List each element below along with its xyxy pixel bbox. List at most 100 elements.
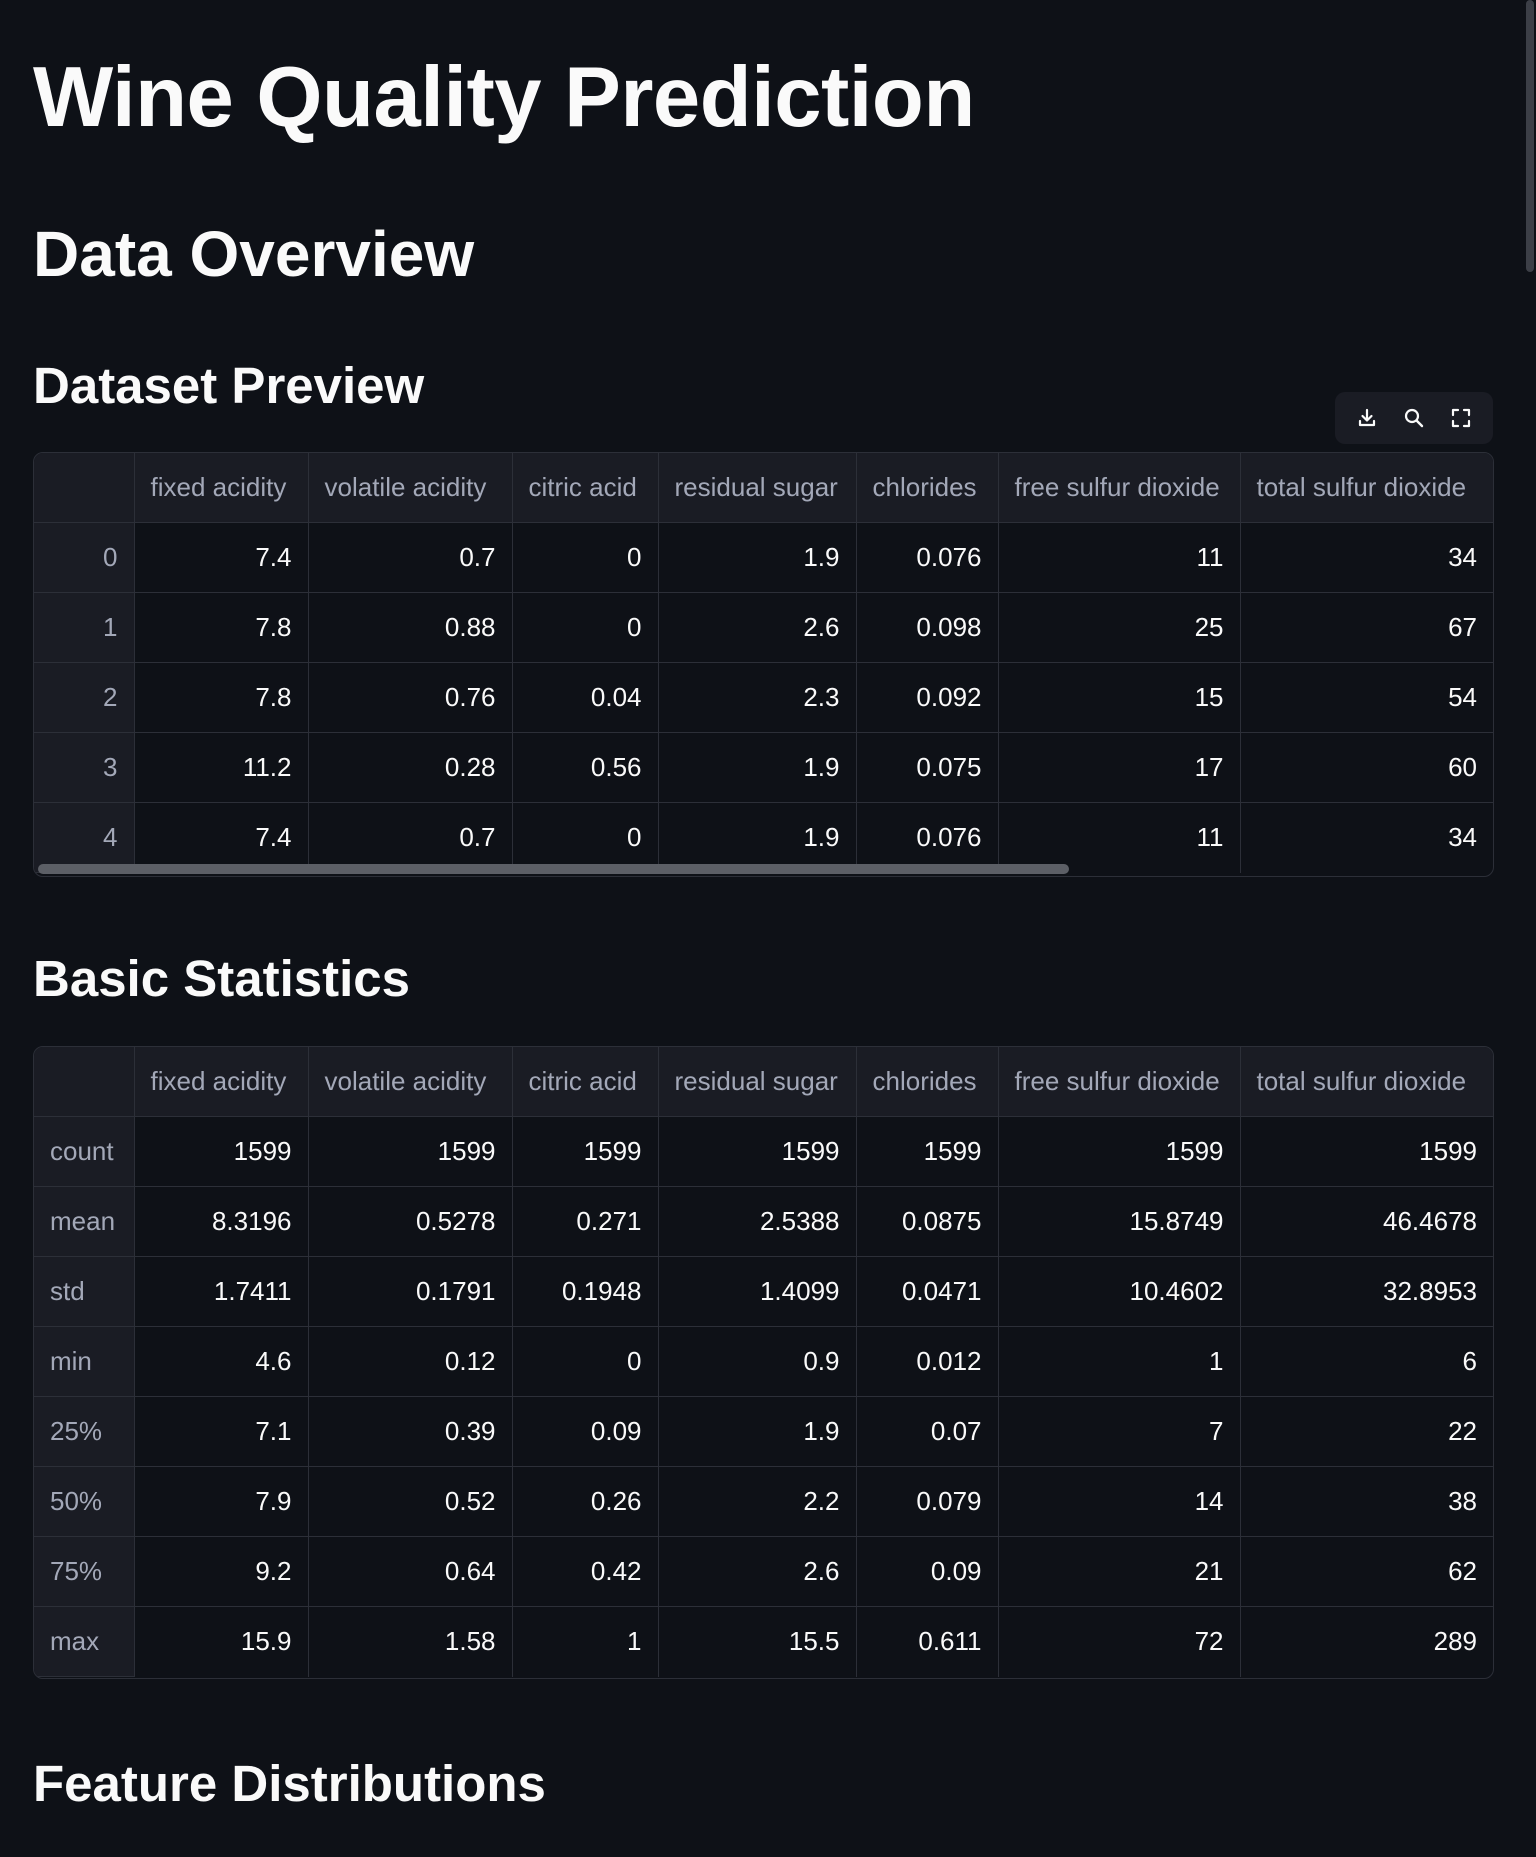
table-cell[interactable]: 0.076 bbox=[856, 802, 999, 873]
table-cell[interactable]: 7.1 bbox=[134, 1396, 309, 1467]
table-cell[interactable]: 0 bbox=[512, 802, 659, 873]
table-cell[interactable]: 6 bbox=[1240, 1326, 1493, 1397]
table-cell[interactable]: 0.0471 bbox=[856, 1256, 999, 1327]
table-cell[interactable]: 0.0875 bbox=[856, 1186, 999, 1257]
table-cell[interactable]: 0.012 bbox=[856, 1326, 999, 1397]
table-cell[interactable]: 10.4602 bbox=[998, 1256, 1241, 1327]
table-cell[interactable]: 7.4 bbox=[134, 802, 309, 873]
table-cell[interactable]: 0.64 bbox=[308, 1536, 513, 1607]
table-cell[interactable]: 0.09 bbox=[856, 1536, 999, 1607]
table-cell[interactable]: 0.5278 bbox=[308, 1186, 513, 1257]
table-cell[interactable]: 1.9 bbox=[658, 802, 857, 873]
table-cell[interactable]: 2.6 bbox=[658, 592, 857, 663]
column-header[interactable]: volatile acidity bbox=[308, 1047, 513, 1117]
search-button[interactable] bbox=[1396, 400, 1432, 436]
table-cell[interactable]: 0.76 bbox=[308, 662, 513, 733]
table-cell[interactable]: 1599 bbox=[658, 1116, 857, 1187]
table-cell[interactable]: 0.075 bbox=[856, 732, 999, 803]
table-cell[interactable]: 0.092 bbox=[856, 662, 999, 733]
table-cell[interactable]: 1.7411 bbox=[134, 1256, 309, 1327]
table-cell[interactable]: 21 bbox=[998, 1536, 1241, 1607]
table-cell[interactable]: 15 bbox=[998, 662, 1241, 733]
table-cell[interactable]: 0 bbox=[512, 1326, 659, 1397]
table-cell[interactable]: 54 bbox=[1240, 662, 1493, 733]
table-cell[interactable]: 72 bbox=[998, 1606, 1241, 1677]
table-cell[interactable]: 7.8 bbox=[134, 592, 309, 663]
table-cell[interactable]: 2.2 bbox=[658, 1466, 857, 1537]
column-header[interactable]: total sulfur dioxide bbox=[1240, 453, 1493, 523]
table-cell[interactable]: 0.611 bbox=[856, 1606, 999, 1677]
table-cell[interactable]: 1599 bbox=[134, 1116, 309, 1187]
table-cell[interactable]: 0 bbox=[512, 522, 659, 593]
table-cell[interactable]: 2.3 bbox=[658, 662, 857, 733]
table-cell[interactable]: 60 bbox=[1240, 732, 1493, 803]
table-cell[interactable]: 7.9 bbox=[134, 1466, 309, 1537]
column-header[interactable]: volatile acidity bbox=[308, 453, 513, 523]
column-header[interactable]: citric acid bbox=[512, 1047, 659, 1117]
table-cell[interactable]: 0.39 bbox=[308, 1396, 513, 1467]
table-cell[interactable]: 0.04 bbox=[512, 662, 659, 733]
table-cell[interactable]: 1599 bbox=[998, 1116, 1241, 1187]
table-cell[interactable]: 62 bbox=[1240, 1536, 1493, 1607]
table-cell[interactable]: 1.9 bbox=[658, 522, 857, 593]
column-header[interactable]: chlorides bbox=[856, 453, 999, 523]
table-cell[interactable]: 0.9 bbox=[658, 1326, 857, 1397]
table-cell[interactable]: 8.3196 bbox=[134, 1186, 309, 1257]
table-cell[interactable]: 0.88 bbox=[308, 592, 513, 663]
dataset-preview-table[interactable]: fixed acidity volatile acidity citric ac… bbox=[33, 452, 1494, 877]
table-cell[interactable]: 15.9 bbox=[134, 1606, 309, 1677]
table-cell[interactable]: 1 bbox=[512, 1606, 659, 1677]
table-cell[interactable]: 0.12 bbox=[308, 1326, 513, 1397]
table-cell[interactable]: 38 bbox=[1240, 1466, 1493, 1537]
table-cell[interactable]: 1599 bbox=[856, 1116, 999, 1187]
basic-statistics-table[interactable]: fixed acidity volatile acidity citric ac… bbox=[33, 1046, 1494, 1679]
table-cell[interactable]: 0.098 bbox=[856, 592, 999, 663]
table-cell[interactable]: 0.076 bbox=[856, 522, 999, 593]
column-header[interactable]: chlorides bbox=[856, 1047, 999, 1117]
table-cell[interactable]: 0.56 bbox=[512, 732, 659, 803]
column-header[interactable]: free sulfur dioxide bbox=[998, 1047, 1241, 1117]
table-cell[interactable]: 1599 bbox=[1240, 1116, 1493, 1187]
table-cell[interactable]: 7.8 bbox=[134, 662, 309, 733]
column-header[interactable]: total sulfur dioxide bbox=[1240, 1047, 1493, 1117]
table-cell[interactable]: 17 bbox=[998, 732, 1241, 803]
table-cell[interactable]: 1.9 bbox=[658, 1396, 857, 1467]
table-cell[interactable]: 0.079 bbox=[856, 1466, 999, 1537]
table-cell[interactable]: 0.1948 bbox=[512, 1256, 659, 1327]
horizontal-scrollbar[interactable] bbox=[38, 864, 1069, 874]
table-cell[interactable]: 22 bbox=[1240, 1396, 1493, 1467]
table-cell[interactable]: 7 bbox=[998, 1396, 1241, 1467]
table-cell[interactable]: 11 bbox=[998, 802, 1241, 873]
table-cell[interactable]: 0 bbox=[512, 592, 659, 663]
table-cell[interactable]: 15.5 bbox=[658, 1606, 857, 1677]
table-cell[interactable]: 9.2 bbox=[134, 1536, 309, 1607]
table-cell[interactable]: 0.26 bbox=[512, 1466, 659, 1537]
table-cell[interactable]: 0.28 bbox=[308, 732, 513, 803]
table-cell[interactable]: 0.52 bbox=[308, 1466, 513, 1537]
table-cell[interactable]: 15.8749 bbox=[998, 1186, 1241, 1257]
table-cell[interactable]: 11 bbox=[998, 522, 1241, 593]
table-cell[interactable]: 14 bbox=[998, 1466, 1241, 1537]
table-cell[interactable]: 2.6 bbox=[658, 1536, 857, 1607]
table-cell[interactable]: 0.07 bbox=[856, 1396, 999, 1467]
table-cell[interactable]: 1.58 bbox=[308, 1606, 513, 1677]
table-cell[interactable]: 67 bbox=[1240, 592, 1493, 663]
table-cell[interactable]: 1.9 bbox=[658, 732, 857, 803]
table-cell[interactable]: 1.4099 bbox=[658, 1256, 857, 1327]
column-header[interactable]: residual sugar bbox=[658, 453, 857, 523]
table-cell[interactable]: 0.271 bbox=[512, 1186, 659, 1257]
table-cell[interactable]: 2.5388 bbox=[658, 1186, 857, 1257]
fullscreen-button[interactable] bbox=[1443, 400, 1479, 436]
page-scrollbar-thumb[interactable] bbox=[1526, 0, 1534, 272]
table-cell[interactable]: 34 bbox=[1240, 522, 1493, 593]
table-cell[interactable]: 289 bbox=[1240, 1607, 1493, 1677]
table-cell[interactable]: 0.7 bbox=[308, 522, 513, 593]
table-cell[interactable]: 11.2 bbox=[134, 732, 309, 803]
table-cell[interactable]: 0.7 bbox=[308, 802, 513, 873]
column-header[interactable]: residual sugar bbox=[658, 1047, 857, 1117]
table-cell[interactable]: 25 bbox=[998, 592, 1241, 663]
table-cell[interactable]: 7.4 bbox=[134, 522, 309, 593]
table-cell[interactable]: 4.6 bbox=[134, 1326, 309, 1397]
page-scrollbar[interactable] bbox=[1524, 0, 1536, 1857]
table-cell[interactable]: 0.42 bbox=[512, 1536, 659, 1607]
